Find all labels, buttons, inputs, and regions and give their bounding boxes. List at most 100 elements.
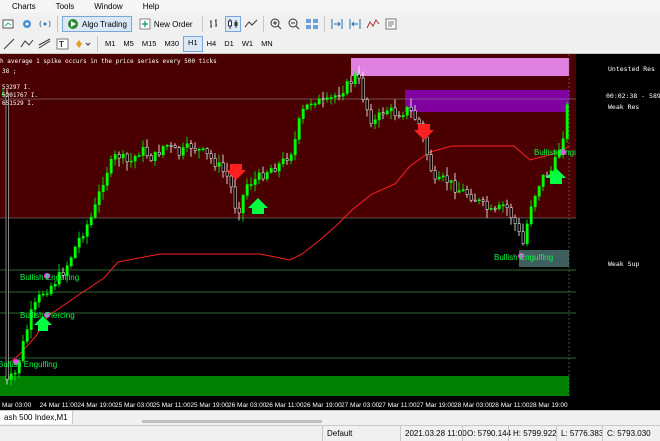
- new-order-button[interactable]: New Order: [134, 16, 198, 32]
- indicators-icon[interactable]: [365, 16, 381, 32]
- signal-icon[interactable]: [37, 16, 53, 32]
- candle-body: [149, 155, 153, 161]
- candle-body: [365, 99, 369, 111]
- menu-help[interactable]: Help: [131, 0, 167, 13]
- channels-icon[interactable]: [37, 36, 53, 52]
- horizontal-scrollbar[interactable]: [142, 420, 322, 423]
- candle-body: [469, 194, 473, 201]
- candle-body: [133, 155, 137, 162]
- trendline-icon[interactable]: [1, 36, 17, 52]
- candle-body: [189, 143, 193, 149]
- candle-body: [493, 207, 497, 210]
- candle-body: [121, 153, 125, 159]
- candle-body: [321, 98, 325, 100]
- timeframe-h4[interactable]: H4: [203, 37, 221, 51]
- candle-body: [285, 158, 289, 161]
- timeframe-mn[interactable]: MN: [257, 37, 277, 51]
- templates-icon[interactable]: [383, 16, 399, 32]
- chart-shift-icon[interactable]: [347, 16, 363, 32]
- price-chart[interactable]: Bullish Engulfing Bullish Piercing Bulli…: [0, 54, 576, 398]
- price-axis-canvas: Untested Res 00:02:38 - 5890.592 Weak Re…: [606, 65, 660, 268]
- candle-body: [293, 139, 297, 156]
- candle-body: [161, 146, 165, 156]
- time-label: 28 Mar 11:00: [492, 402, 530, 409]
- candle-body: [229, 175, 233, 188]
- candle-body: [485, 200, 489, 210]
- zoom-in-icon[interactable]: [268, 16, 284, 32]
- menu-tools[interactable]: Tools: [44, 0, 83, 13]
- draw-lines-icon[interactable]: [19, 36, 35, 52]
- candlestick-icon[interactable]: [224, 16, 241, 32]
- timeframe-m30[interactable]: M30: [160, 37, 183, 51]
- menu-bar: Charts Tools Window Help: [0, 0, 660, 13]
- chart-tab[interactable]: ash 500 Index,M1: [0, 411, 73, 424]
- pattern-label: Bullish Piercing: [20, 311, 75, 320]
- candle-body: [261, 172, 265, 180]
- profiles-icon[interactable]: [19, 16, 35, 32]
- shapes-dropdown-icon[interactable]: [73, 36, 93, 52]
- candle-body: [409, 107, 413, 111]
- candle-body: [429, 154, 433, 171]
- menu-window[interactable]: Window: [82, 0, 130, 13]
- timeframe-w1[interactable]: W1: [238, 37, 257, 51]
- candle-body: [101, 185, 105, 192]
- candle-body: [13, 372, 17, 375]
- candle-body: [377, 112, 381, 121]
- time-label: 26 Mar 11:00: [266, 402, 304, 409]
- timeframe-m15[interactable]: M15: [138, 37, 161, 51]
- candle-body: [41, 293, 45, 296]
- candle-body: [205, 148, 209, 154]
- pattern-label: Bullish Engulfing: [0, 360, 57, 369]
- candle-body: [441, 175, 445, 178]
- candle-body: [453, 180, 457, 193]
- candle-body: [265, 172, 269, 180]
- candle-body: [433, 170, 437, 180]
- pattern-label: Bullish Engulfing: [534, 148, 576, 157]
- timeframe-h1[interactable]: H1: [183, 36, 203, 52]
- candle-body: [317, 98, 321, 105]
- candle-body: [525, 223, 529, 244]
- main-toolbar: Algo Trading New Order: [0, 13, 660, 36]
- candle-body: [393, 107, 397, 116]
- new-chart-icon[interactable]: [1, 16, 17, 32]
- chart-tab-bar: ash 500 Index,M1: [0, 410, 660, 425]
- pattern-label: Bullish Engulfing: [20, 273, 79, 282]
- candle-body: [289, 154, 293, 161]
- toolbar-separator: [201, 16, 203, 32]
- status-close: C: 5793.030: [602, 426, 660, 441]
- status-open: O: 5790.144: [462, 426, 511, 441]
- candle-body: [165, 145, 169, 147]
- candle-body: [513, 217, 517, 224]
- timeframe-m1[interactable]: M1: [101, 37, 119, 51]
- candle-body: [305, 104, 309, 110]
- tile-windows-icon[interactable]: [304, 16, 320, 32]
- candle-body: [5, 93, 9, 380]
- text-tool-icon[interactable]: T: [55, 36, 71, 52]
- candle-body: [125, 153, 129, 162]
- weak-res-zone: [405, 90, 569, 112]
- candle-body: [341, 93, 345, 97]
- candle-body: [461, 189, 465, 191]
- timeframe-d1[interactable]: D1: [220, 37, 238, 51]
- time-label: 25 Mar 03:00: [115, 402, 154, 409]
- candle-body: [389, 107, 393, 112]
- candle-body: [53, 283, 57, 287]
- time-label: 24 Mar 19:00: [77, 402, 116, 409]
- candle-body: [329, 97, 333, 99]
- toolbar-separator: [97, 36, 98, 52]
- line-chart-icon[interactable]: [243, 16, 259, 32]
- candle-body: [69, 257, 73, 266]
- candle-body: [93, 204, 97, 218]
- price-axis[interactable]: Untested Res 00:02:38 - 5890.592 Weak Re…: [576, 54, 660, 398]
- candle-body: [37, 294, 41, 303]
- bar-chart-icon[interactable]: [207, 16, 223, 32]
- candle-body: [185, 143, 189, 148]
- candle-body: [269, 168, 273, 173]
- timeframe-m5[interactable]: M5: [119, 37, 137, 51]
- zoom-out-icon[interactable]: [286, 16, 302, 32]
- candle-body: [369, 109, 373, 124]
- algo-trading-button[interactable]: Algo Trading: [62, 16, 132, 32]
- auto-scroll-icon[interactable]: [329, 16, 345, 32]
- menu-charts[interactable]: Charts: [0, 0, 44, 13]
- candle-body: [109, 158, 113, 174]
